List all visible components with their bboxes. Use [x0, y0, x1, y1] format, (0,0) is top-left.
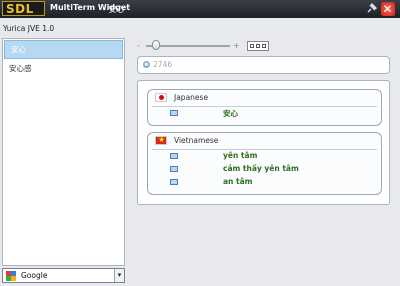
pin-button[interactable] [364, 1, 379, 16]
group-header[interactable]: Japanese [152, 90, 377, 107]
term-icon [170, 179, 178, 185]
term-list-item[interactable]: 安心 [4, 40, 123, 59]
term-list-item[interactable]: 安心感 [3, 60, 124, 77]
term-text: 安心 [223, 109, 238, 118]
search-provider-label: Google [21, 271, 48, 280]
view-grid-icon [262, 44, 266, 48]
window-label: Yurica JVE 1.0 [3, 24, 55, 33]
language-group-japanese: Japanese 安心 [147, 89, 382, 126]
search-provider-dropdown[interactable]: Google ▾ [2, 268, 125, 283]
term-row[interactable]: yên tâm [152, 150, 381, 163]
entry-id-text: 2746 [153, 60, 173, 69]
zoom-slider: - + [137, 40, 241, 52]
sdl-logo: SDL [2, 1, 45, 16]
title-bar: SDL MultiTerm Widget - 安心 ✕ [0, 0, 400, 18]
view-grid-icon [250, 44, 254, 48]
term-row[interactable]: 安心 [152, 107, 381, 120]
google-icon [6, 271, 16, 281]
language-name: Vietnamese [174, 136, 219, 145]
language-name: Japanese [174, 93, 209, 102]
term-text: yên tâm [223, 151, 258, 160]
term-text: an tâm [223, 177, 253, 186]
group-header[interactable]: Vietnamese [152, 133, 377, 150]
info-icon: e [143, 61, 150, 68]
japan-flag-icon [155, 93, 167, 102]
logo-text: SDL [6, 2, 34, 16]
zoom-out-button[interactable]: - [137, 41, 140, 50]
term-row[interactable]: cảm thấy yên tâm [152, 163, 381, 176]
view-grid-icon [256, 44, 260, 48]
term-row[interactable]: an tâm [152, 176, 381, 189]
term-text: cảm thấy yên tâm [223, 164, 299, 173]
language-group-vietnamese: Vietnamese yên tâm cảm thấy yên tâm an t… [147, 132, 382, 195]
close-icon: ✕ [380, 1, 395, 16]
term-icon [170, 166, 178, 172]
term-icon [170, 153, 178, 159]
term-list: 安心 安心感 [2, 38, 125, 266]
view-toggle-button[interactable] [247, 41, 269, 51]
current-term-title: - 安心 [103, 5, 125, 14]
zoom-slider-handle[interactable] [152, 40, 160, 50]
chevron-down-icon[interactable]: ▾ [114, 269, 124, 282]
close-button[interactable]: ✕ [380, 1, 395, 16]
zoom-in-button[interactable]: + [233, 41, 240, 50]
vietnam-flag-icon [155, 135, 167, 145]
pin-icon [367, 2, 378, 13]
results-panel: Japanese 安心 Vietnamese yên tâm cảm thấy … [137, 80, 390, 205]
entry-id-field[interactable]: e 2746 [137, 56, 390, 74]
term-icon [170, 110, 178, 116]
